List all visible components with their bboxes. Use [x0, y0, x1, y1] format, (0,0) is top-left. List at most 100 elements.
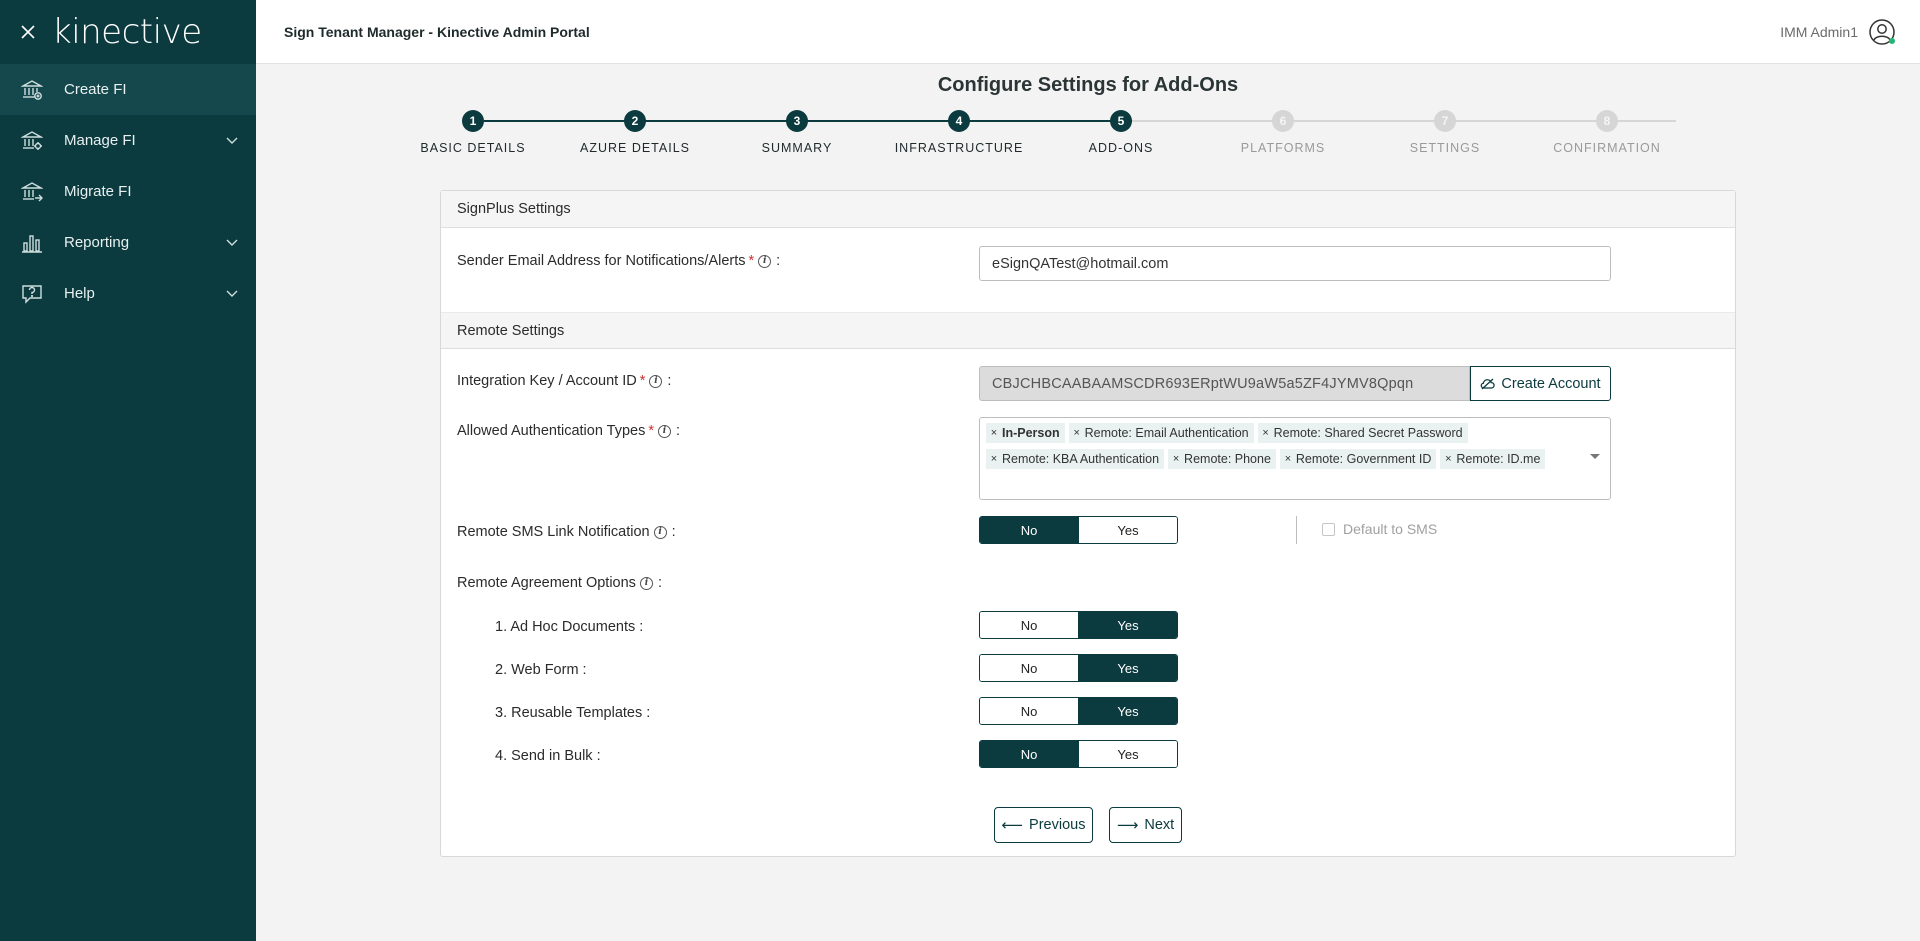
- field-label-text: Remote SMS Link Notification: [457, 524, 650, 540]
- step-label: Add-Ons: [1088, 141, 1154, 155]
- caret-down-icon[interactable]: [1590, 454, 1600, 459]
- sidebar-item-migrate-fi[interactable]: Migrate FI: [0, 166, 256, 217]
- step-basic-details[interactable]: 1 Basic Details: [392, 110, 554, 155]
- step-number: 5: [1110, 110, 1132, 132]
- remove-chip-icon[interactable]: ×: [986, 427, 1002, 439]
- toggle-no[interactable]: No: [980, 612, 1078, 638]
- sidebar-item-help[interactable]: Help: [0, 268, 256, 319]
- chip-label: In-Person: [1002, 426, 1060, 440]
- step-platforms: 6 Platforms: [1202, 110, 1364, 155]
- step-infrastructure[interactable]: 4 Infrastructure: [878, 110, 1040, 155]
- close-icon[interactable]: [18, 22, 38, 42]
- sms-notification-label: Remote SMS Link Notification i :: [457, 524, 676, 540]
- web-form-toggle[interactable]: No Yes: [979, 654, 1178, 682]
- integration-key-label: Integration Key / Account ID * i :: [457, 373, 671, 389]
- ad-hoc-documents-toggle[interactable]: No Yes: [979, 611, 1178, 639]
- field-label-text: Remote Agreement Options: [457, 575, 636, 591]
- toggle-yes[interactable]: Yes: [1078, 655, 1177, 681]
- toggle-yes[interactable]: Yes: [1078, 517, 1177, 543]
- chevron-down-icon: [226, 237, 238, 249]
- toggle-no[interactable]: No: [980, 741, 1078, 767]
- toggle-yes[interactable]: Yes: [1078, 741, 1177, 767]
- remove-chip-icon[interactable]: ×: [1280, 453, 1296, 465]
- web-form-label: 2. Web Form :: [495, 662, 587, 678]
- step-label: Summary: [761, 141, 833, 155]
- arrow-right-icon: ⟶: [1116, 817, 1139, 834]
- top-header: Sign Tenant Manager - Kinective Admin Po…: [256, 0, 1920, 64]
- chip-label: Remote: Shared Secret Password: [1273, 426, 1463, 440]
- step-label: Infrastructure: [894, 141, 1024, 155]
- auth-types-multiselect[interactable]: × In-Person × Remote: Email Authentication…: [979, 417, 1611, 500]
- bank-migrate-icon: [20, 180, 44, 204]
- chip-label: Remote: Government ID: [1295, 452, 1432, 466]
- previous-button[interactable]: ⟵ Previous: [994, 807, 1093, 843]
- wizard-stepper: 1 Basic Details 2 Azure Details 3 Summar…: [420, 110, 1691, 170]
- button-label: Previous: [1029, 817, 1086, 833]
- sidebar-item-label: Reporting: [64, 234, 130, 251]
- sms-notification-toggle[interactable]: No Yes: [979, 516, 1178, 544]
- reusable-templates-label: 3. Reusable Templates :: [495, 705, 651, 721]
- checkbox-label: Default to SMS: [1343, 521, 1438, 537]
- ad-hoc-documents-label: 1. Ad Hoc Documents :: [495, 619, 644, 635]
- sidebar-item-manage-fi[interactable]: Manage FI: [0, 115, 256, 166]
- stepper-line-done: [484, 120, 1132, 122]
- remove-chip-icon[interactable]: ×: [1258, 427, 1274, 439]
- remove-chip-icon[interactable]: ×: [986, 453, 1002, 465]
- chip-label: Remote: Email Authentication: [1084, 426, 1249, 440]
- sidebar-item-label: Help: [64, 285, 95, 302]
- toggle-yes[interactable]: Yes: [1078, 612, 1177, 638]
- sidebar-item-label: Migrate FI: [64, 183, 132, 200]
- step-summary[interactable]: 3 Summary: [716, 110, 878, 155]
- remove-chip-icon[interactable]: ×: [1069, 427, 1085, 439]
- step-number: 7: [1434, 110, 1456, 132]
- toggle-no[interactable]: No: [980, 698, 1078, 724]
- toggle-no[interactable]: No: [980, 655, 1078, 681]
- next-button[interactable]: ⟶ Next: [1109, 807, 1182, 843]
- page-title: Configure Settings for Add-Ons: [937, 74, 1239, 96]
- add-ons-settings-card: SignPlus Settings Sender Email Address f…: [440, 190, 1736, 857]
- step-label: Confirmation: [1553, 141, 1661, 155]
- create-account-button[interactable]: Create Account: [1470, 366, 1611, 401]
- info-icon[interactable]: i: [649, 374, 663, 388]
- info-icon[interactable]: i: [639, 576, 653, 590]
- reusable-templates-toggle[interactable]: No Yes: [979, 697, 1178, 725]
- info-icon[interactable]: i: [658, 424, 672, 438]
- chip-email-auth: × Remote: Email Authentication: [1068, 423, 1254, 443]
- arrow-left-icon: ⟵: [1001, 817, 1024, 834]
- required-asterisk: *: [748, 253, 755, 269]
- chevron-down-icon: [226, 135, 238, 147]
- sidebar-item-reporting[interactable]: Reporting: [0, 217, 256, 268]
- sidebar-header: kinective: [0, 0, 256, 64]
- step-add-ons[interactable]: 5 Add-Ons: [1040, 110, 1202, 155]
- signplus-section-header: SignPlus Settings: [441, 191, 1735, 228]
- app-title: Sign Tenant Manager - Kinective Admin Po…: [284, 23, 590, 40]
- chip-shared-secret: × Remote: Shared Secret Password: [1257, 423, 1468, 443]
- button-label: Create Account: [1501, 375, 1601, 392]
- sidebar: kinective Create FI Manage FI Migrate FI…: [0, 0, 256, 941]
- chip-label: Remote: Phone: [1184, 452, 1271, 466]
- chip-in-person: × In-Person: [986, 423, 1065, 443]
- step-number: 1: [462, 110, 484, 132]
- bank-settings-icon: [20, 129, 44, 153]
- agreement-options-label: Remote Agreement Options i :: [457, 575, 662, 591]
- sender-email-input[interactable]: eSignQATest@hotmail.com: [979, 246, 1611, 281]
- step-azure-details[interactable]: 2 Azure Details: [554, 110, 716, 155]
- label-colon: :: [671, 524, 676, 540]
- toggle-yes[interactable]: Yes: [1078, 698, 1177, 724]
- stepper-line-todo: [1132, 120, 1676, 122]
- step-number: 6: [1272, 110, 1294, 132]
- info-icon[interactable]: i: [758, 254, 772, 268]
- send-in-bulk-toggle[interactable]: No Yes: [979, 740, 1178, 768]
- kinective-logo[interactable]: kinective: [52, 15, 202, 49]
- user-menu[interactable]: IMM Admin1: [1780, 18, 1896, 46]
- step-label: Azure Details: [579, 141, 690, 155]
- toggle-no[interactable]: No: [980, 517, 1078, 543]
- sidebar-item-create-fi[interactable]: Create FI: [0, 64, 256, 115]
- user-avatar-icon[interactable]: [1868, 18, 1896, 46]
- label-colon: :: [776, 253, 781, 269]
- sidebar-item-label: Create FI: [64, 81, 127, 98]
- cloud-link-icon: [1480, 378, 1496, 390]
- remove-chip-icon[interactable]: ×: [1168, 453, 1184, 465]
- info-icon[interactable]: i: [653, 525, 667, 539]
- remove-chip-icon[interactable]: ×: [1440, 453, 1456, 465]
